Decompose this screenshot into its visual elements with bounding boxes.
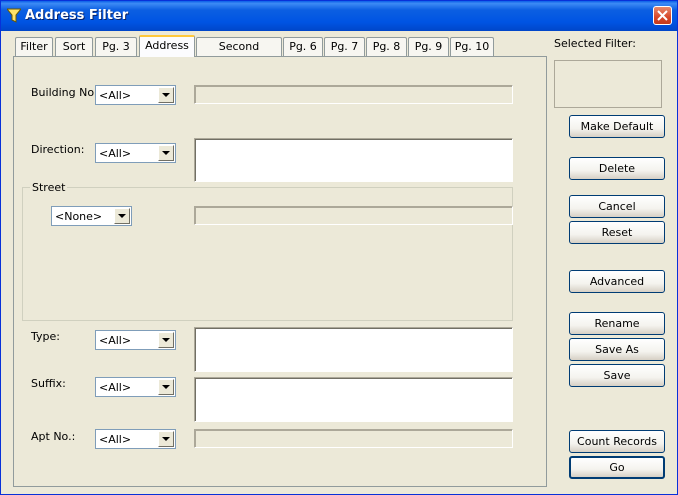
building-no-dropdown[interactable]: <All> xyxy=(95,85,176,105)
make-default-button[interactable]: Make Default xyxy=(569,115,665,138)
tab-pg-8[interactable]: Pg. 8 xyxy=(366,37,407,56)
cancel-button[interactable]: Cancel xyxy=(569,195,665,218)
apt-no-value: <All> xyxy=(99,433,132,446)
close-button[interactable] xyxy=(653,6,672,25)
close-icon xyxy=(657,10,668,21)
rename-button[interactable]: Rename xyxy=(569,312,665,335)
selected-filter-label: Selected Filter: xyxy=(554,37,636,50)
type-label: Type: xyxy=(31,330,60,343)
window-title: Address Filter xyxy=(25,8,129,23)
direction-dropdown[interactable]: <All> xyxy=(95,143,176,163)
street-field[interactable] xyxy=(194,206,513,225)
count-records-button[interactable]: Count Records xyxy=(569,430,665,453)
tab-filter[interactable]: Filter xyxy=(15,37,53,56)
go-button[interactable]: Go xyxy=(569,456,665,479)
advanced-button[interactable]: Advanced xyxy=(569,270,665,293)
suffix-list[interactable] xyxy=(194,377,513,422)
suffix-label: Suffix: xyxy=(31,377,66,390)
building-no-label: Building No: xyxy=(31,86,98,99)
chevron-down-icon[interactable] xyxy=(158,87,174,103)
chevron-down-icon[interactable] xyxy=(158,379,174,395)
delete-button[interactable]: Delete xyxy=(569,157,665,180)
chevron-down-icon[interactable] xyxy=(114,208,130,224)
chevron-down-icon[interactable] xyxy=(158,332,174,348)
street-group-label: Street xyxy=(30,181,68,194)
tab-pg-3[interactable]: Pg. 3 xyxy=(95,37,137,56)
type-dropdown[interactable]: <All> xyxy=(95,330,176,350)
direction-value: <All> xyxy=(99,147,132,160)
chevron-down-icon[interactable] xyxy=(158,145,174,161)
direction-list[interactable] xyxy=(194,138,513,182)
apt-no-field[interactable] xyxy=(194,429,513,448)
chevron-down-icon[interactable] xyxy=(158,431,174,447)
suffix-dropdown[interactable]: <All> xyxy=(95,377,176,397)
selected-filter-box xyxy=(554,60,662,108)
apt-no-dropdown[interactable]: <All> xyxy=(95,429,176,449)
direction-label: Direction: xyxy=(31,143,85,156)
tab-pg-10[interactable]: Pg. 10 xyxy=(450,37,494,56)
building-no-field[interactable] xyxy=(194,85,513,104)
tab-address[interactable]: Address xyxy=(139,35,195,57)
apt-no-label: Apt No.: xyxy=(31,430,76,443)
suffix-value: <All> xyxy=(99,381,132,394)
tab-pg-9[interactable]: Pg. 9 xyxy=(408,37,449,56)
save-as-button[interactable]: Save As xyxy=(569,338,665,361)
title-bar[interactable]: Address Filter xyxy=(1,1,677,31)
tab-pg-6[interactable]: Pg. 6 xyxy=(283,37,323,56)
tab-pg-7[interactable]: Pg. 7 xyxy=(324,37,365,56)
tab-sort[interactable]: Sort xyxy=(55,37,93,56)
reset-button[interactable]: Reset xyxy=(569,221,665,244)
type-value: <All> xyxy=(99,334,132,347)
type-list[interactable] xyxy=(194,327,513,372)
street-value: <None> xyxy=(55,210,103,223)
building-no-value: <All> xyxy=(99,89,132,102)
save-button[interactable]: Save xyxy=(569,364,665,387)
tab-second-address[interactable]: Second Address xyxy=(196,37,282,71)
street-dropdown[interactable]: <None> xyxy=(51,206,132,226)
filter-funnel-icon xyxy=(7,8,21,23)
